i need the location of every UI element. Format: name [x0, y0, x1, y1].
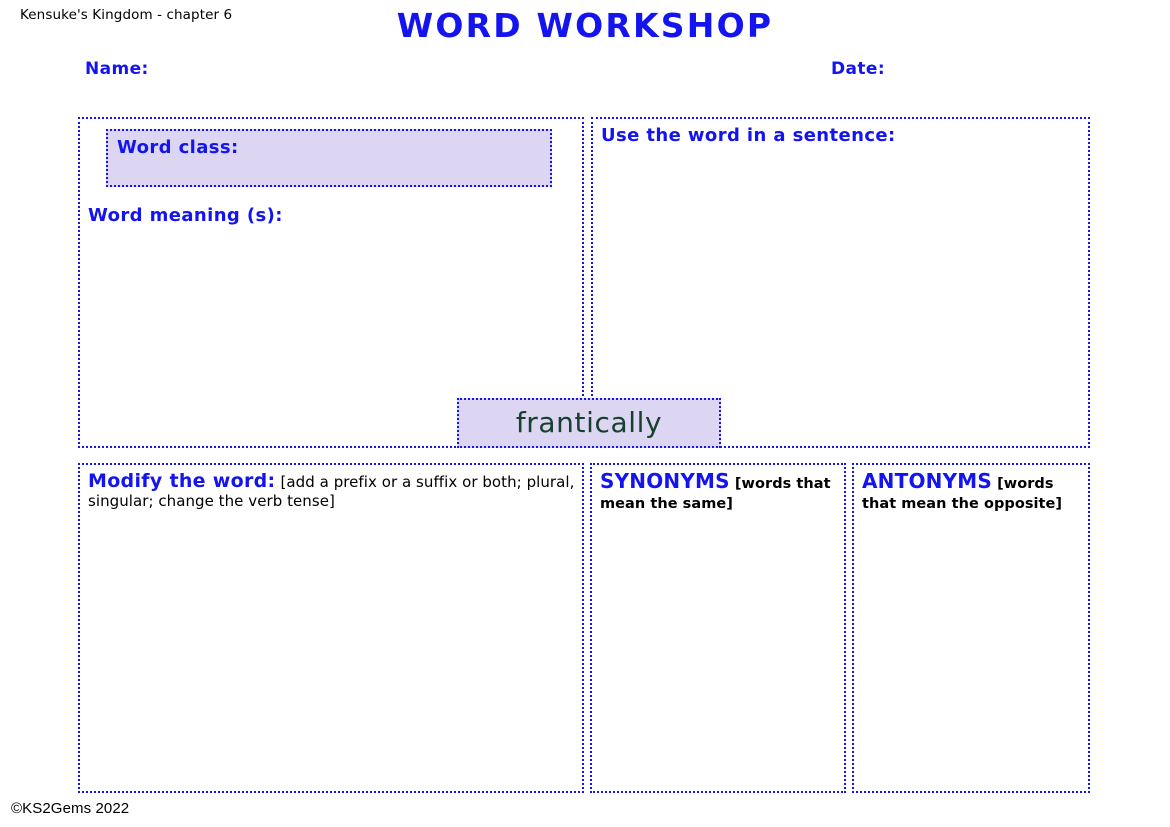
focus-word-box: frantically: [457, 398, 721, 448]
synonyms-writing-area[interactable]: [600, 527, 836, 785]
page-title: WORD WORKSHOP: [396, 6, 774, 45]
synonyms-label: SYNONYMS: [600, 469, 730, 493]
word-class-box[interactable]: Word class:: [106, 129, 552, 187]
antonyms-label: ANTONYMS: [862, 469, 992, 493]
antonyms-writing-area[interactable]: [862, 527, 1080, 785]
modify-the-word-panel: Modify the word: [add a prefix or a suff…: [78, 463, 584, 793]
modify-writing-area[interactable]: [88, 523, 574, 785]
antonyms-heading-block: ANTONYMS [words that mean the opposite]: [862, 469, 1082, 513]
name-field-label: Name:: [85, 59, 149, 79]
synonyms-heading-block: SYNONYMS [words that mean the same]: [600, 469, 838, 513]
focus-word-text: frantically: [515, 406, 663, 439]
antonyms-panel: ANTONYMS [words that mean the opposite]: [852, 463, 1090, 793]
word-meaning-label: Word meaning (s):: [88, 205, 283, 226]
modify-label: Modify the word:: [88, 470, 276, 492]
word-class-label: Word class:: [117, 137, 239, 158]
copyright-notice: ©KS2Gems 2022: [11, 800, 130, 817]
date-field-label: Date:: [831, 59, 886, 79]
synonyms-panel: SYNONYMS [words that mean the same]: [590, 463, 846, 793]
modify-heading-block: Modify the word: [add a prefix or a suff…: [88, 470, 576, 511]
sentence-label: Use the word in a sentence:: [601, 125, 896, 146]
